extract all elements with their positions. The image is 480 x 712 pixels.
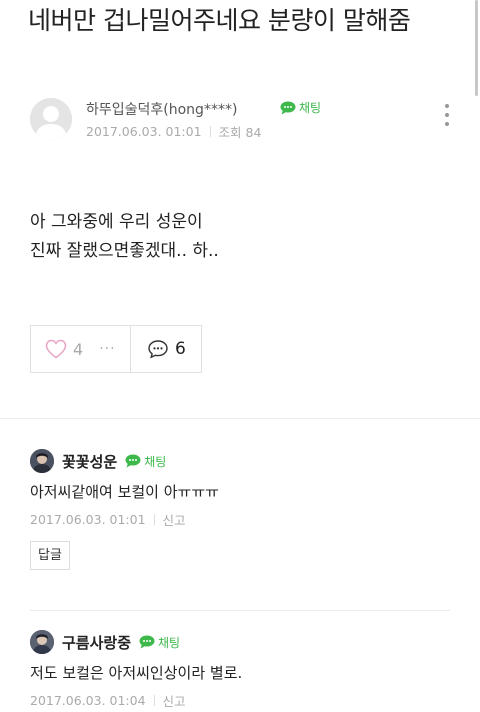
chat-button[interactable]: 채팅 bbox=[125, 453, 166, 470]
chat-label: 채팅 bbox=[299, 101, 322, 115]
comment-author[interactable]: 꽃꽃성운 bbox=[62, 451, 117, 472]
reply-button[interactable]: 답글 bbox=[30, 541, 70, 570]
post-body: 아 그와중에 우리 성운이 진짜 잘랬으면좋겠대.. 하.. bbox=[30, 208, 219, 266]
avatar[interactable] bbox=[30, 630, 54, 654]
chat-button[interactable]: 채팅 bbox=[280, 99, 321, 116]
post-date: 2017.06.03. 01:01 bbox=[86, 124, 202, 139]
default-avatar-icon[interactable] bbox=[30, 98, 72, 140]
avatar[interactable] bbox=[30, 449, 54, 473]
comment-item: 구름사랑중 채팅 저도 보컬은 아저씨인상이라 별로. 2017.06.03. … bbox=[30, 628, 450, 710]
scrollbar[interactable] bbox=[475, 0, 478, 96]
comment-icon bbox=[148, 340, 168, 359]
author-name[interactable]: 하뚜입술덕후(hong****) bbox=[86, 99, 237, 119]
post-body-line: 아 그와중에 우리 성운이 bbox=[30, 212, 203, 232]
chat-button[interactable]: 채팅 bbox=[139, 634, 180, 651]
divider bbox=[0, 418, 480, 419]
comment-date: 2017.06.03. 01:04 bbox=[30, 693, 146, 708]
report-link[interactable]: 신고 bbox=[163, 691, 186, 710]
post-meta: 2017.06.03. 01:01 조회 84 bbox=[86, 122, 261, 141]
heart-icon bbox=[45, 339, 67, 359]
comment-text: 저도 보컬은 아저씨인상이라 별로. bbox=[30, 664, 243, 682]
meta-separator bbox=[153, 695, 155, 706]
like-count: 4 bbox=[73, 339, 84, 359]
chat-bubble-icon bbox=[125, 454, 141, 468]
post-title: 네버만 겁나밀어주네요 분량이 말해줌 bbox=[28, 6, 411, 35]
post-body-line: 진짜 잘랬으면좋겠대.. 하.. bbox=[30, 241, 219, 261]
comment-meta: 2017.06.03. 01:01 신고 bbox=[30, 510, 450, 529]
chat-bubble-icon bbox=[280, 101, 296, 114]
divider bbox=[30, 610, 450, 611]
chat-label: 채팅 bbox=[144, 454, 167, 469]
kebab-menu-icon[interactable] bbox=[442, 104, 452, 132]
more-dots[interactable]: ··· bbox=[99, 341, 115, 357]
comment-button[interactable]: 6 bbox=[131, 326, 201, 372]
comment-meta: 2017.06.03. 01:04 신고 bbox=[30, 691, 450, 710]
comment-date: 2017.06.03. 01:01 bbox=[30, 512, 146, 527]
comment-author[interactable]: 구름사랑중 bbox=[62, 632, 131, 653]
report-link[interactable]: 신고 bbox=[163, 510, 186, 529]
comment-item: 꽃꽃성운 채팅 아저씨같애여 보컬이 아ㅠㅠㅠ 2017.06.03. 01:0… bbox=[30, 447, 450, 570]
author-row: 하뚜입술덕후(hong****) 채팅 2017.06.03. 01:01 조회… bbox=[30, 98, 460, 142]
meta-separator bbox=[209, 126, 211, 137]
like-button[interactable]: 4 ··· bbox=[31, 326, 131, 372]
comment-count: 6 bbox=[175, 339, 186, 359]
comment-text: 아저씨같애여 보컬이 아ㅠㅠㅠ bbox=[30, 483, 219, 501]
view-count: 조회 84 bbox=[218, 125, 262, 140]
chat-bubble-icon bbox=[139, 635, 155, 649]
meta-separator bbox=[153, 514, 155, 525]
post-actions: 4 ··· 6 bbox=[30, 325, 202, 373]
chat-label: 채팅 bbox=[158, 635, 181, 650]
